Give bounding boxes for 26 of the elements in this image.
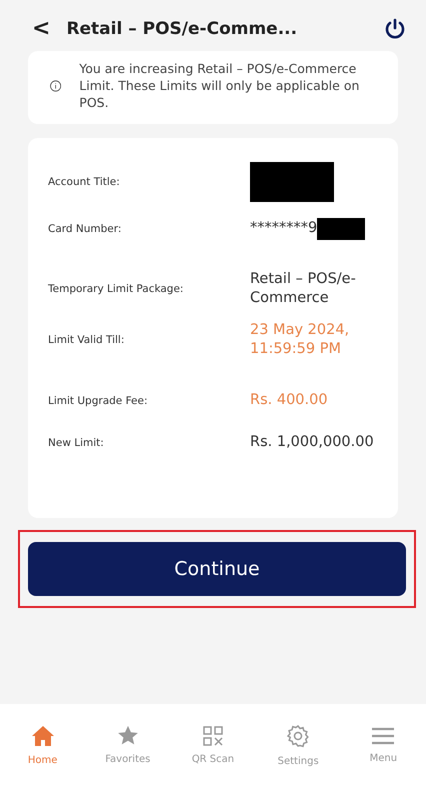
nav-tab[interactable]: Favorites [92,724,163,766]
field-label: Account Title: [48,176,121,188]
continue-button[interactable]: Continue [28,542,406,596]
field-value: Retail – POS/e-Commerce [250,270,357,308]
field-label: Limit Valid Till: [48,334,126,346]
notice-text: You are increasing Retail – POS/e-Commerce Limit. These Limits will only be applicable on POS. [79,61,360,112]
home-icon [30,724,55,746]
field-value: ********9 [250,218,318,238]
menu-icon [372,726,394,744]
nav-tab[interactable]: QR Scan [178,724,248,766]
power-icon[interactable] [384,18,406,40]
qr-code-icon [202,726,223,746]
field-label: Card Number: [48,222,122,235]
nav-tab[interactable]: Home [8,724,78,766]
field-label: Temporary Limit Package: [48,283,184,296]
star-icon [116,725,139,746]
field-label: New Limit: [48,436,105,449]
back-button[interactable]: < [32,16,50,41]
nav-tab[interactable]: Settings [263,722,334,768]
field-value: 23 May 2024, 11:59:59 PM [250,320,350,360]
field-label: Limit Upgrade Fee: [48,394,149,407]
settings-icon [286,724,310,748]
nav-tab[interactable]: Menu [348,726,418,764]
field-value: Rs. 400.00 [250,391,328,410]
screen-title: Retail – POS/e-Comme... [66,18,298,38]
field-value: Rs. 1,000,000.00 [250,433,374,452]
